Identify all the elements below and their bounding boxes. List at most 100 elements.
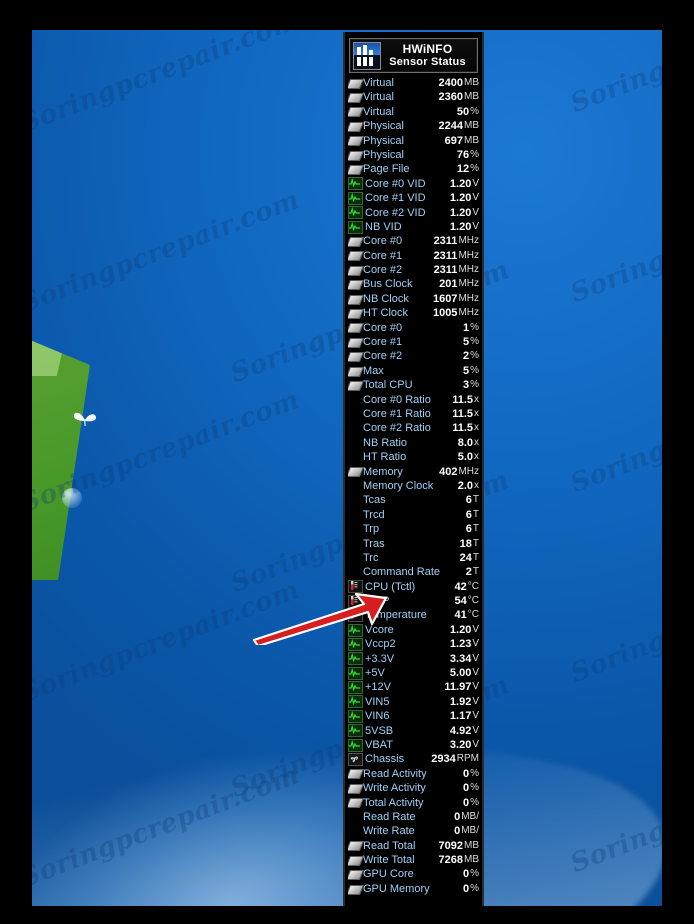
sensor-row[interactable]: Memory Clock 2.0 x bbox=[348, 479, 479, 493]
sensor-row[interactable]: Tras 18 T bbox=[348, 537, 479, 551]
sensor-row[interactable]: Tcas 6 T bbox=[348, 493, 479, 507]
sensor-row[interactable]: NB Ratio 8.0 x bbox=[348, 436, 479, 450]
voltage-icon bbox=[348, 666, 363, 680]
sensor-row[interactable]: Virtual 2400 MB bbox=[348, 76, 479, 90]
sensor-row[interactable]: GPU Core 0% bbox=[348, 867, 479, 881]
sensor-unit: MHz bbox=[458, 307, 479, 319]
sensor-row[interactable]: NB VID 1.20 V bbox=[348, 220, 479, 234]
sensor-row[interactable]: Core #0 VID 1.20 V bbox=[348, 177, 479, 191]
sensor-value: 3 bbox=[462, 379, 470, 392]
sensor-row[interactable]: Temperature 41 °C bbox=[348, 608, 479, 623]
chip-icon bbox=[348, 351, 361, 362]
sensor-row[interactable]: Virtual 50% bbox=[348, 105, 479, 119]
sensor-row[interactable]: Trcd 6 T bbox=[348, 508, 479, 522]
chip-icon bbox=[348, 294, 361, 305]
sensor-row[interactable]: Core #1 5% bbox=[348, 335, 479, 349]
sensor-label: GPU Memory bbox=[363, 882, 430, 895]
sensor-label: Vcore bbox=[365, 623, 394, 636]
panel-header[interactable]: HWiNFO Sensor Status bbox=[349, 38, 478, 73]
sensor-row[interactable]: Read Rate 0 MB/ bbox=[348, 810, 479, 824]
sensor-row[interactable]: Write Rate 0 MB/ bbox=[348, 824, 479, 838]
sensor-label: Write Rate bbox=[363, 825, 415, 838]
sensor-row[interactable]: MCP 54 °C bbox=[348, 594, 479, 608]
sensor-label: Vccp2 bbox=[365, 638, 396, 651]
sensor-row[interactable]: Bus Clock 201 MHz bbox=[348, 277, 479, 291]
sensor-row[interactable]: CPU (Tctl) 42 °C bbox=[348, 580, 479, 594]
sensor-unit: % bbox=[470, 321, 479, 333]
sensor-rows-list[interactable]: Virtual 2400 MB Virtual 2360 MB Virtual 50% Phys… bbox=[345, 76, 482, 896]
sensor-value: 54 bbox=[454, 595, 467, 608]
sensor-unit: V bbox=[472, 695, 479, 707]
sensor-row[interactable]: Vcore 1.20 V bbox=[348, 623, 479, 637]
sensor-value: 42 bbox=[454, 580, 467, 593]
sensor-unit: V bbox=[472, 177, 479, 189]
sensor-label: Tcas bbox=[363, 494, 386, 507]
sensor-row[interactable]: HT Ratio 5.0 x bbox=[348, 450, 479, 464]
sensor-unit: MB/ bbox=[461, 810, 479, 822]
sensor-row[interactable]: +3.3V 3.34 V bbox=[348, 652, 479, 666]
sensor-row[interactable]: Max 5% bbox=[348, 364, 479, 378]
sensor-row[interactable]: Write Total 7268 MB bbox=[348, 853, 479, 867]
sensor-row[interactable]: Physical 697 MB bbox=[348, 134, 479, 148]
sensor-unit: T bbox=[472, 537, 479, 549]
sensor-row[interactable]: Virtual 2360 MB bbox=[348, 90, 479, 104]
sensor-value: 11.97 bbox=[444, 681, 472, 694]
sensor-row[interactable]: Physical 76% bbox=[348, 148, 479, 162]
sensor-unit: T bbox=[472, 494, 479, 506]
sensor-row[interactable]: Core #2 2311 MHz bbox=[348, 263, 479, 277]
sensor-row[interactable]: Core #0 Ratio 11.5 x bbox=[348, 393, 479, 407]
sensor-row[interactable]: Core #1 VID 1.20 V bbox=[348, 191, 479, 205]
sensor-row[interactable]: +5V 5.00 V bbox=[348, 666, 479, 680]
sensor-row[interactable]: HT Clock 1005 MHz bbox=[348, 306, 479, 320]
sensor-label: VIN6 bbox=[365, 710, 390, 723]
sensor-row[interactable]: Read Total 7092 MB bbox=[348, 839, 479, 853]
sensor-row[interactable]: Write Activity 0% bbox=[348, 781, 479, 795]
sensor-unit: % bbox=[470, 336, 479, 348]
sensor-value: 1.17 bbox=[449, 710, 472, 723]
sensor-row[interactable]: Physical 2244 MB bbox=[348, 119, 479, 133]
sensor-row[interactable]: Read Activity 0% bbox=[348, 767, 479, 781]
sensor-label: Read Total bbox=[363, 839, 416, 852]
sensor-label: Physical bbox=[363, 120, 404, 133]
sensor-label: Chassis bbox=[365, 753, 405, 766]
chip-icon bbox=[348, 265, 361, 276]
sensor-row[interactable]: VIN6 1.17 V bbox=[348, 709, 479, 723]
sensor-row[interactable]: Memory 402 MHz bbox=[348, 465, 479, 479]
sensor-unit: T bbox=[472, 523, 479, 535]
watermark: Soringpcrepair.com bbox=[566, 174, 662, 310]
sensor-row[interactable]: Core #1 2311 MHz bbox=[348, 249, 479, 263]
watermark: Soringpcrepair.com bbox=[32, 574, 304, 710]
chip-icon bbox=[348, 855, 361, 866]
sensor-row[interactable]: Trp 6 T bbox=[348, 522, 479, 536]
sensor-row[interactable]: Core #2 Ratio 11.5 x bbox=[348, 421, 479, 435]
sensor-row[interactable]: Core #0 2311 MHz bbox=[348, 234, 479, 248]
sensor-row[interactable]: Total Activity 0% bbox=[348, 796, 479, 810]
chip-icon bbox=[348, 106, 361, 117]
sensor-unit: MB bbox=[464, 134, 479, 146]
sensor-row[interactable]: Page File 12% bbox=[348, 162, 479, 176]
sensor-row[interactable]: Trc 24 T bbox=[348, 551, 479, 565]
windows-desktop[interactable]: Soringpcrepair.com Soringpcrepair.com So… bbox=[32, 30, 662, 906]
sensor-row[interactable]: Core #0 1% bbox=[348, 321, 479, 335]
sensor-row[interactable]: Core #2 2% bbox=[348, 349, 479, 363]
sensor-row[interactable]: GPU Memory 0% bbox=[348, 882, 479, 896]
sensor-row[interactable]: Command Rate 2 T bbox=[348, 565, 479, 579]
sensor-row[interactable]: Core #1 Ratio 11.5 x bbox=[348, 407, 479, 421]
sensor-label: NB Clock bbox=[363, 292, 409, 305]
sensor-row[interactable]: +12V 11.97 V bbox=[348, 680, 479, 695]
sensor-row[interactable]: 5VSB 4.92 V bbox=[348, 724, 479, 738]
hwinfo-sensor-status-panel[interactable]: HWiNFO Sensor Status Virtual 2400 MB Virtua… bbox=[343, 32, 484, 906]
sensor-unit: V bbox=[472, 710, 479, 722]
sensor-row[interactable]: VBAT 3.20 V bbox=[348, 738, 479, 752]
sensor-value: 11.5 bbox=[452, 422, 473, 435]
sensor-row[interactable]: Core #2 VID 1.20 V bbox=[348, 206, 479, 220]
chip-icon bbox=[348, 78, 361, 89]
sensor-row[interactable]: Chassis 2934 RPM bbox=[348, 752, 479, 767]
sensor-unit: x bbox=[474, 422, 479, 434]
sensor-unit: x bbox=[474, 451, 479, 463]
sensor-row[interactable]: NB Clock 1607 MHz bbox=[348, 292, 479, 306]
sensor-row[interactable]: Vccp2 1.23 V bbox=[348, 637, 479, 651]
sensor-row[interactable]: Total CPU 3% bbox=[348, 378, 479, 392]
sensor-row[interactable]: VIN5 1.92 V bbox=[348, 695, 479, 709]
sensor-unit: % bbox=[470, 105, 479, 117]
